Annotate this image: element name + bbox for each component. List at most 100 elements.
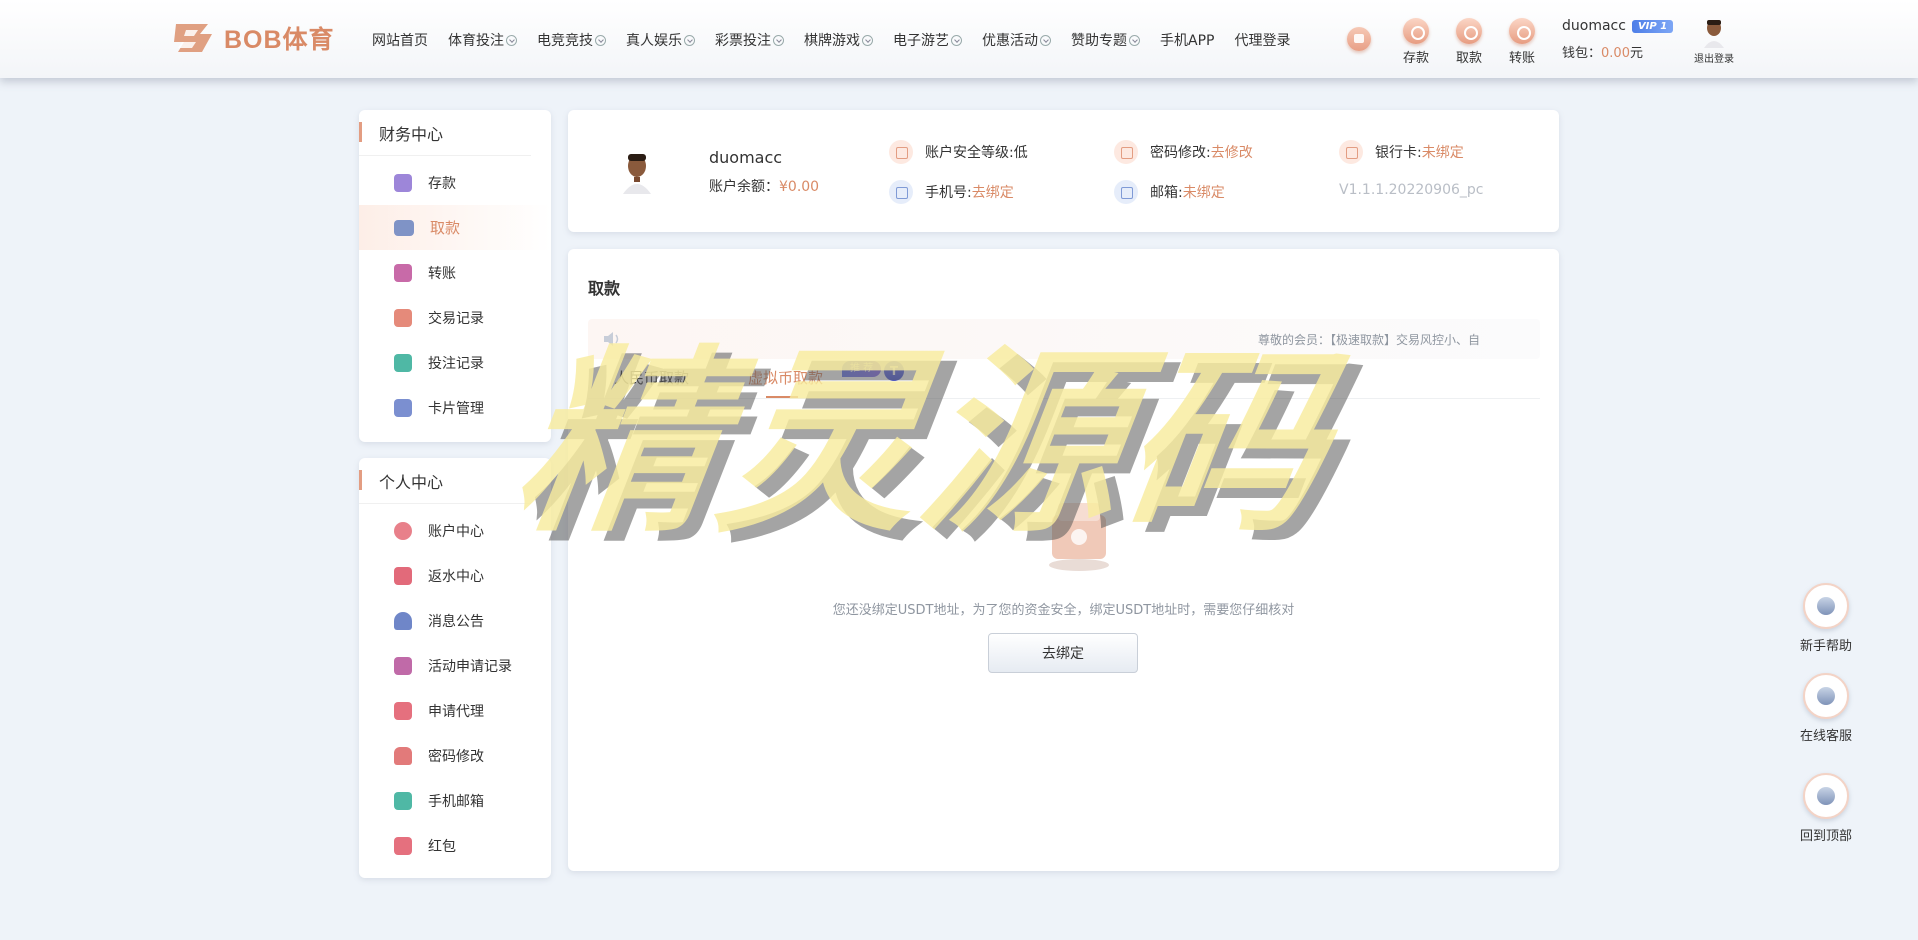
mail-icon	[1114, 180, 1138, 204]
nav-label: 手机APP	[1160, 33, 1215, 49]
sidebar-item-bet-records[interactable]: 投注记录	[359, 340, 551, 385]
email-label: 邮箱:	[1150, 185, 1183, 201]
float-service[interactable]: 在线客服	[1794, 673, 1858, 744]
nav-esports[interactable]: 电竞竞技	[537, 30, 606, 50]
lock-icon	[1114, 140, 1138, 164]
gift-icon	[394, 566, 412, 585]
vip-badge: VIP 1	[1631, 19, 1674, 33]
nav-label: 优惠活动	[982, 33, 1038, 49]
float-help-label: 新手帮助	[1799, 639, 1852, 654]
header-wallet: 钱包：0.00元	[1562, 42, 1673, 61]
email-bind-link[interactable]: 未绑定	[1183, 182, 1225, 202]
phone-icon	[889, 180, 913, 204]
float-service-label: 在线客服	[1799, 729, 1852, 744]
sidebar-item-account[interactable]: 账户中心	[359, 508, 551, 553]
tab-crypto-withdraw[interactable]: 虚拟币取款	[748, 367, 823, 398]
transfer-icon	[1509, 18, 1535, 44]
withdraw-tabs: 人民币取款 虚拟币取款 推 荐 T	[588, 361, 1540, 399]
nav-sponsorship[interactable]: 赞助专题	[1071, 30, 1140, 50]
header-withdraw-label: 取款	[1455, 51, 1482, 66]
bind-usdt-button[interactable]: 去绑定	[988, 633, 1138, 673]
sidebar-item-label: 手机邮箱	[428, 793, 484, 810]
main-nav: 网站首页 体育投注 电竞竞技 真人娱乐 彩票投注 棋牌游戏 电子游艺 优惠活动 …	[372, 30, 1310, 50]
sidebar-item-deposit[interactable]: 存款	[359, 160, 551, 205]
chevron-down-icon	[684, 34, 695, 46]
avatar	[1703, 18, 1725, 48]
message-icon[interactable]	[1347, 27, 1371, 51]
site-logo[interactable]: BOB体育	[172, 20, 335, 56]
sidebar-item-label: 活动申请记录	[428, 658, 512, 675]
sidebar-item-label: 投注记录	[428, 355, 484, 372]
page-title: 取款	[588, 279, 621, 298]
sidebar-item-rebate[interactable]: 返水中心	[359, 553, 551, 598]
agent-icon	[394, 701, 412, 720]
header-transfer-button[interactable]: 转账	[1502, 18, 1542, 66]
sidebar-item-transfer[interactable]: 转账	[359, 250, 551, 295]
sidebar-item-label: 存款	[428, 175, 456, 192]
float-help[interactable]: 新手帮助	[1794, 583, 1858, 654]
bell-icon	[394, 611, 412, 630]
nav-slots[interactable]: 电子游艺	[893, 30, 962, 50]
empty-message: 您还没绑定USDT地址，为了您的资金安全，绑定USDT地址时，需要您仔细核对	[832, 603, 1295, 618]
logout-button[interactable]: 退出登录	[1688, 18, 1740, 65]
sidebar-item-withdraw[interactable]: 取款	[359, 205, 551, 250]
bank-bind-link[interactable]: 未绑定	[1422, 142, 1464, 162]
wallet-label: 钱包：	[1562, 46, 1602, 61]
notice-text: 尊敬的会员：【极速取款】交易风控小、自	[1258, 333, 1481, 347]
header-withdraw-button[interactable]: 取款	[1449, 18, 1489, 66]
nav-home[interactable]: 网站首页	[372, 30, 428, 50]
header-user-info: duomacc VIP 1 钱包：0.00元	[1562, 18, 1674, 61]
balance-label: 账户余额：	[709, 179, 779, 195]
transfer-icon	[394, 263, 412, 282]
float-top-label: 回到顶部	[1799, 829, 1852, 844]
sidebar-item-transactions[interactable]: 交易记录	[359, 295, 551, 340]
headset-icon	[1803, 673, 1849, 719]
sidebar-item-password[interactable]: 密码修改	[359, 733, 551, 778]
nav-label: 代理登录	[1234, 33, 1291, 49]
chevron-down-icon	[595, 34, 606, 46]
chevron-down-icon	[1040, 34, 1051, 46]
recommend-badge: 推 荐	[842, 361, 882, 377]
sidebar-item-agent[interactable]: 申请代理	[359, 688, 551, 733]
tab-rmb-withdraw[interactable]: 人民币取款	[614, 367, 689, 388]
sidebar-item-phone-email[interactable]: 手机邮箱	[359, 778, 551, 823]
nav-label: 真人娱乐	[626, 33, 682, 49]
phone-binding: 手机号: 去绑定	[889, 180, 1014, 204]
profile-balance: 账户余额：¥0.00	[709, 176, 819, 196]
nav-lottery[interactable]: 彩票投注	[715, 30, 784, 50]
usdt-coin-icon: T	[884, 361, 904, 381]
header-deposit-button[interactable]: 存款	[1396, 18, 1436, 66]
chevron-down-icon	[862, 34, 873, 46]
wallet-value: 0.00	[1601, 46, 1630, 61]
sidebar-finance: 财务中心 存款 取款 转账 交易记录 投注记录 卡片管理	[359, 110, 551, 442]
sidebar-item-notices[interactable]: 消息公告	[359, 598, 551, 643]
phone-bind-link[interactable]: 去绑定	[972, 182, 1014, 202]
nav-card-games[interactable]: 棋牌游戏	[804, 30, 873, 50]
password-label: 密码修改:	[1150, 145, 1211, 161]
sidebar-personal-title: 个人中心	[359, 458, 531, 504]
sidebar-item-cards[interactable]: 卡片管理	[359, 385, 551, 430]
nav-mobile-app[interactable]: 手机APP	[1160, 30, 1214, 50]
withdraw-panel: 取款 尊敬的会员：【极速取款】交易风控小、自 人民币取款 虚拟币取款 推 荐 T…	[568, 249, 1559, 871]
sidebar-item-label: 密码修改	[428, 748, 484, 765]
nav-agent-login[interactable]: 代理登录	[1234, 30, 1290, 50]
security-level: 账户安全等级: 低	[889, 140, 1028, 164]
password-change-link[interactable]: 去修改	[1211, 142, 1253, 162]
sidebar-personal: 个人中心 账户中心 返水中心 消息公告 活动申请记录 申请代理 密码修改 手机邮…	[359, 458, 551, 878]
sidebar-item-red-packet[interactable]: 红包	[359, 823, 551, 868]
float-back-top[interactable]: 回到顶部	[1794, 773, 1858, 844]
logo-mark-icon	[172, 20, 218, 56]
nav-sports[interactable]: 体育投注	[448, 30, 517, 50]
logout-label: 退出登录	[1694, 54, 1734, 65]
phone-label: 手机号:	[925, 185, 972, 201]
nav-promotions[interactable]: 优惠活动	[982, 30, 1051, 50]
header-transfer-label: 转账	[1508, 51, 1535, 66]
nav-label: 棋牌游戏	[804, 33, 860, 49]
sidebar-item-activity-records[interactable]: 活动申请记录	[359, 643, 551, 688]
bank-card-icon	[1339, 140, 1363, 164]
nav-label: 电竞竞技	[537, 33, 593, 49]
speaker-icon	[602, 330, 622, 348]
nav-live-casino[interactable]: 真人娱乐	[626, 30, 695, 50]
chevron-down-icon	[773, 34, 784, 46]
security-label: 账户安全等级:	[925, 145, 1014, 161]
